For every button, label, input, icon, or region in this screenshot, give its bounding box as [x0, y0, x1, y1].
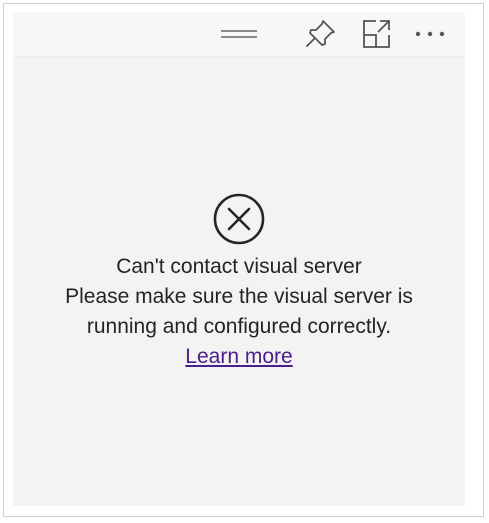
error-description-line-2: running and configured correctly. [86, 315, 392, 338]
focus-mode-button[interactable] [359, 18, 393, 50]
drag-handle-line [221, 30, 257, 32]
drag-handle-icon[interactable] [221, 28, 257, 40]
visual-tile: Can't contact visual server Please make … [13, 12, 465, 506]
error-circle-x-icon [213, 193, 265, 245]
error-title: Can't contact visual server [116, 255, 362, 278]
error-message: Can't contact visual server Please make … [13, 252, 465, 372]
drag-handle-line [221, 36, 257, 38]
error-description-line-1: Please make sure the visual server is [65, 285, 413, 308]
pin-icon [306, 20, 335, 47]
error-message-area: Can't contact visual server Please make … [13, 192, 465, 372]
more-options-button[interactable] [413, 18, 447, 50]
pin-button[interactable] [303, 18, 337, 50]
more-options-icon [415, 31, 445, 37]
focus-mode-icon [363, 20, 390, 48]
learn-more-link[interactable]: Learn more [185, 342, 292, 372]
tile-header [13, 12, 465, 57]
